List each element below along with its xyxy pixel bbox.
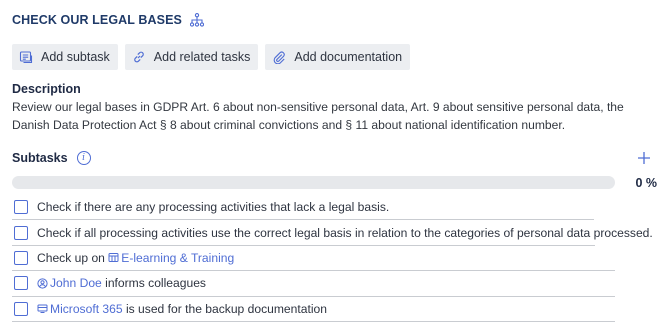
subtask-text-suffix: informs colleagues bbox=[101, 276, 206, 291]
user-link-label: John Doe bbox=[50, 276, 102, 291]
subtask-text[interactable]: Microsoft 365 is used for the backup doc… bbox=[37, 302, 327, 316]
user-link[interactable]: John Doe bbox=[37, 276, 102, 290]
task-actions: Add subtask Add related tasks Add docume… bbox=[12, 44, 411, 70]
add-subtask-plus-button[interactable] bbox=[636, 150, 652, 166]
subtask-item: Check if there are any processing activi… bbox=[12, 195, 594, 221]
module-link-label: E-learning & Training bbox=[121, 250, 235, 265]
module-icon bbox=[108, 253, 119, 263]
hierarchy-icon[interactable] bbox=[189, 13, 204, 27]
system-link-label: Microsoft 365 bbox=[50, 301, 123, 316]
subtask-list: Check if there are any processing activi… bbox=[12, 195, 658, 322]
subtask-item: Check if all processing activities use t… bbox=[12, 220, 653, 246]
info-icon[interactable]: i bbox=[76, 151, 91, 165]
add-related-tasks-button[interactable]: Add related tasks bbox=[124, 44, 259, 70]
subtask-text[interactable]: Check up on E-learning & Training bbox=[37, 251, 234, 265]
page-title: CHECK OUR LEGAL BASES bbox=[12, 13, 182, 27]
subtask-text-suffix: is used for the backup documentation bbox=[122, 301, 327, 316]
subtask-item: Check up on E-learning & Training bbox=[12, 246, 615, 272]
subtasks-header: Subtasks i bbox=[12, 151, 91, 165]
module-link[interactable]: E-learning & Training bbox=[108, 251, 234, 265]
description-heading: Description bbox=[12, 82, 81, 96]
subtask-checkbox[interactable] bbox=[14, 200, 28, 215]
task-header: CHECK OUR LEGAL BASES bbox=[12, 13, 204, 27]
plus-icon bbox=[638, 152, 650, 164]
subtask-text-prefix: Check up on bbox=[37, 250, 109, 265]
link-icon bbox=[134, 51, 144, 63]
add-subtask-label: Add subtask bbox=[41, 50, 110, 64]
add-documentation-button[interactable]: Add documentation bbox=[265, 44, 411, 70]
subtask-checkbox[interactable] bbox=[14, 301, 28, 316]
progress-bar bbox=[12, 176, 615, 189]
subtask-text[interactable]: John Doe informs colleagues bbox=[37, 276, 206, 290]
subtask-text[interactable]: Check if all processing activities use t… bbox=[37, 226, 653, 240]
description-text: Review our legal bases in GDPR Art. 6 ab… bbox=[12, 100, 624, 132]
user-icon bbox=[37, 278, 48, 289]
subtask-icon bbox=[19, 51, 33, 64]
subtask-item: John Doe informs colleagues bbox=[12, 271, 615, 297]
add-subtask-button[interactable]: Add subtask bbox=[12, 44, 118, 70]
system-icon bbox=[37, 304, 48, 314]
system-link[interactable]: Microsoft 365 bbox=[37, 302, 123, 316]
subtask-checkbox[interactable] bbox=[14, 276, 28, 291]
subtask-checkbox[interactable] bbox=[14, 225, 28, 240]
subtasks-heading: Subtasks bbox=[12, 151, 68, 165]
progress-label: 0 % bbox=[635, 176, 657, 190]
add-related-tasks-label: Add related tasks bbox=[153, 50, 251, 64]
add-documentation-label: Add documentation bbox=[294, 50, 403, 64]
subtask-text[interactable]: Check if there are any processing activi… bbox=[37, 200, 389, 214]
subtask-checkbox[interactable] bbox=[14, 250, 28, 265]
subtask-item: Microsoft 365 is used for the backup doc… bbox=[12, 297, 615, 322]
paperclip-icon bbox=[274, 51, 286, 64]
